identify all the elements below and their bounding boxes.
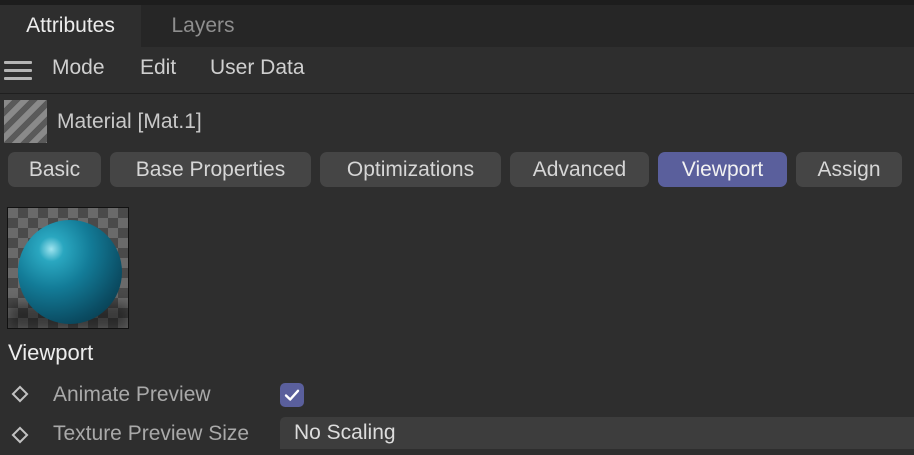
menu-edit[interactable]: Edit — [140, 47, 176, 93]
material-icon — [4, 100, 47, 143]
animate-preview-checkbox[interactable] — [280, 383, 304, 407]
dropdown-value: No Scaling — [294, 421, 396, 444]
param-texture-preview-size: Texture Preview Size No Scaling — [0, 417, 914, 455]
tab-layers[interactable]: Layers — [141, 5, 265, 47]
object-title: Material [Mat.1] — [57, 110, 202, 133]
menu-mode[interactable]: Mode — [52, 47, 105, 93]
section-title: Viewport — [8, 340, 94, 365]
panel-tabbar: Attributes Layers — [0, 5, 914, 47]
preview-sphere — [18, 220, 122, 324]
tab-attributes[interactable]: Attributes — [0, 5, 141, 47]
object-header: Material [Mat.1] — [0, 94, 914, 150]
menu-user-data[interactable]: User Data — [210, 47, 305, 93]
subtab-basic[interactable]: Basic — [8, 152, 101, 187]
param-animate-preview: Animate Preview — [0, 376, 914, 414]
material-preview[interactable] — [7, 207, 129, 329]
subtab-optimizations[interactable]: Optimizations — [320, 152, 501, 187]
subtab-assign[interactable]: Assign — [796, 152, 902, 187]
subtab-base-properties[interactable]: Base Properties — [110, 152, 311, 187]
texture-preview-size-dropdown[interactable]: No Scaling — [280, 417, 914, 449]
subtab-advanced[interactable]: Advanced — [510, 152, 649, 187]
hamburger-menu-icon[interactable] — [4, 61, 32, 81]
checkmark-icon — [284, 389, 300, 401]
param-label: Animate Preview — [53, 383, 211, 406]
keyframe-diamond-icon[interactable] — [11, 385, 29, 403]
subtab-viewport[interactable]: Viewport — [658, 152, 787, 187]
keyframe-diamond-icon[interactable] — [11, 426, 29, 444]
menu-bar: Mode Edit User Data — [0, 47, 914, 94]
